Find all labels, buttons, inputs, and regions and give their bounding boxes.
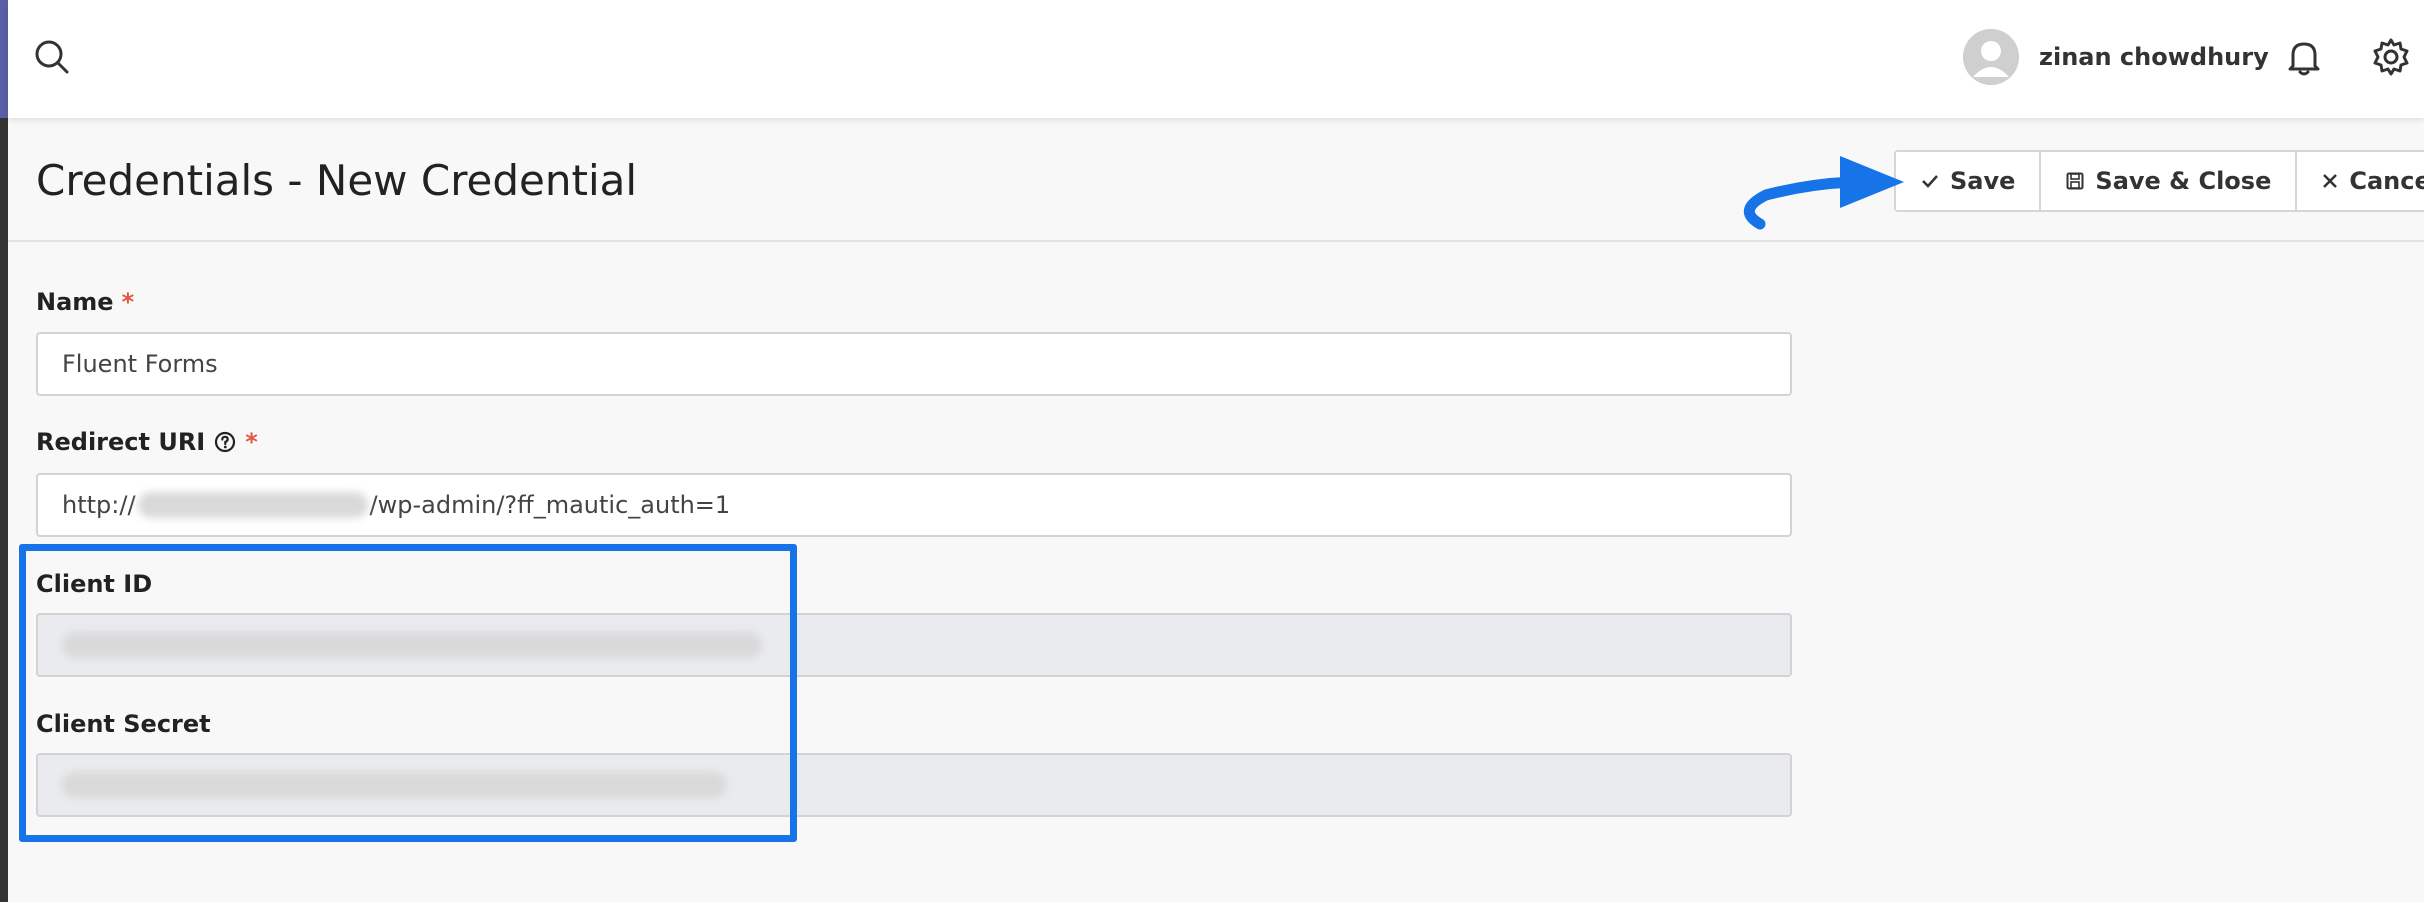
top-bar: zinan chowdhury xyxy=(8,0,2424,118)
cancel-button[interactable]: Cancel xyxy=(2297,152,2424,210)
save-close-button[interactable]: Save & Close xyxy=(2041,152,2298,210)
save-button-label: Save xyxy=(1950,167,2016,195)
bell-icon[interactable] xyxy=(2283,36,2325,78)
sidebar-strip xyxy=(0,0,8,902)
redirect-uri-label-text: Redirect URI xyxy=(36,428,206,456)
annotation-arrow-icon xyxy=(1744,156,1904,230)
cancel-button-label: Cancel xyxy=(2349,167,2424,195)
sidebar-accent xyxy=(0,0,8,118)
question-circle-icon[interactable] xyxy=(213,430,237,454)
page-header: Credentials - New Credential Save Save &… xyxy=(8,118,2424,242)
redirect-uri-prefix: http:// xyxy=(62,491,136,519)
name-label-text: Name xyxy=(36,288,114,316)
toolbar-button-group: Save Save & Close Cancel xyxy=(1894,150,2424,212)
annotation-highlight-box xyxy=(19,544,797,842)
search-icon[interactable] xyxy=(32,37,72,77)
user-name: zinan chowdhury xyxy=(2039,43,2269,71)
gear-icon[interactable] xyxy=(2370,36,2412,78)
required-mark: * xyxy=(121,288,135,316)
avatar xyxy=(1963,29,2019,85)
redirect-uri-suffix: /wp-admin/?ff_mautic_auth=1 xyxy=(369,491,731,519)
redirect-uri-label: Redirect URI * xyxy=(36,428,258,456)
redacted-domain xyxy=(137,492,368,518)
name-label: Name * xyxy=(36,288,134,316)
name-input-value: Fluent Forms xyxy=(62,350,218,378)
page-title: Credentials - New Credential xyxy=(36,156,638,205)
save-close-button-label: Save & Close xyxy=(2095,167,2272,195)
redirect-uri-input[interactable]: http:// /wp-admin/?ff_mautic_auth=1 xyxy=(36,473,1792,537)
save-button[interactable]: Save xyxy=(1896,152,2042,210)
name-input[interactable]: Fluent Forms xyxy=(36,332,1792,396)
check-icon xyxy=(1922,175,1938,188)
user-menu[interactable]: zinan chowdhury xyxy=(1963,27,2269,87)
close-icon xyxy=(2323,174,2338,188)
required-mark: * xyxy=(245,428,258,456)
floppy-disk-icon xyxy=(2066,172,2084,190)
